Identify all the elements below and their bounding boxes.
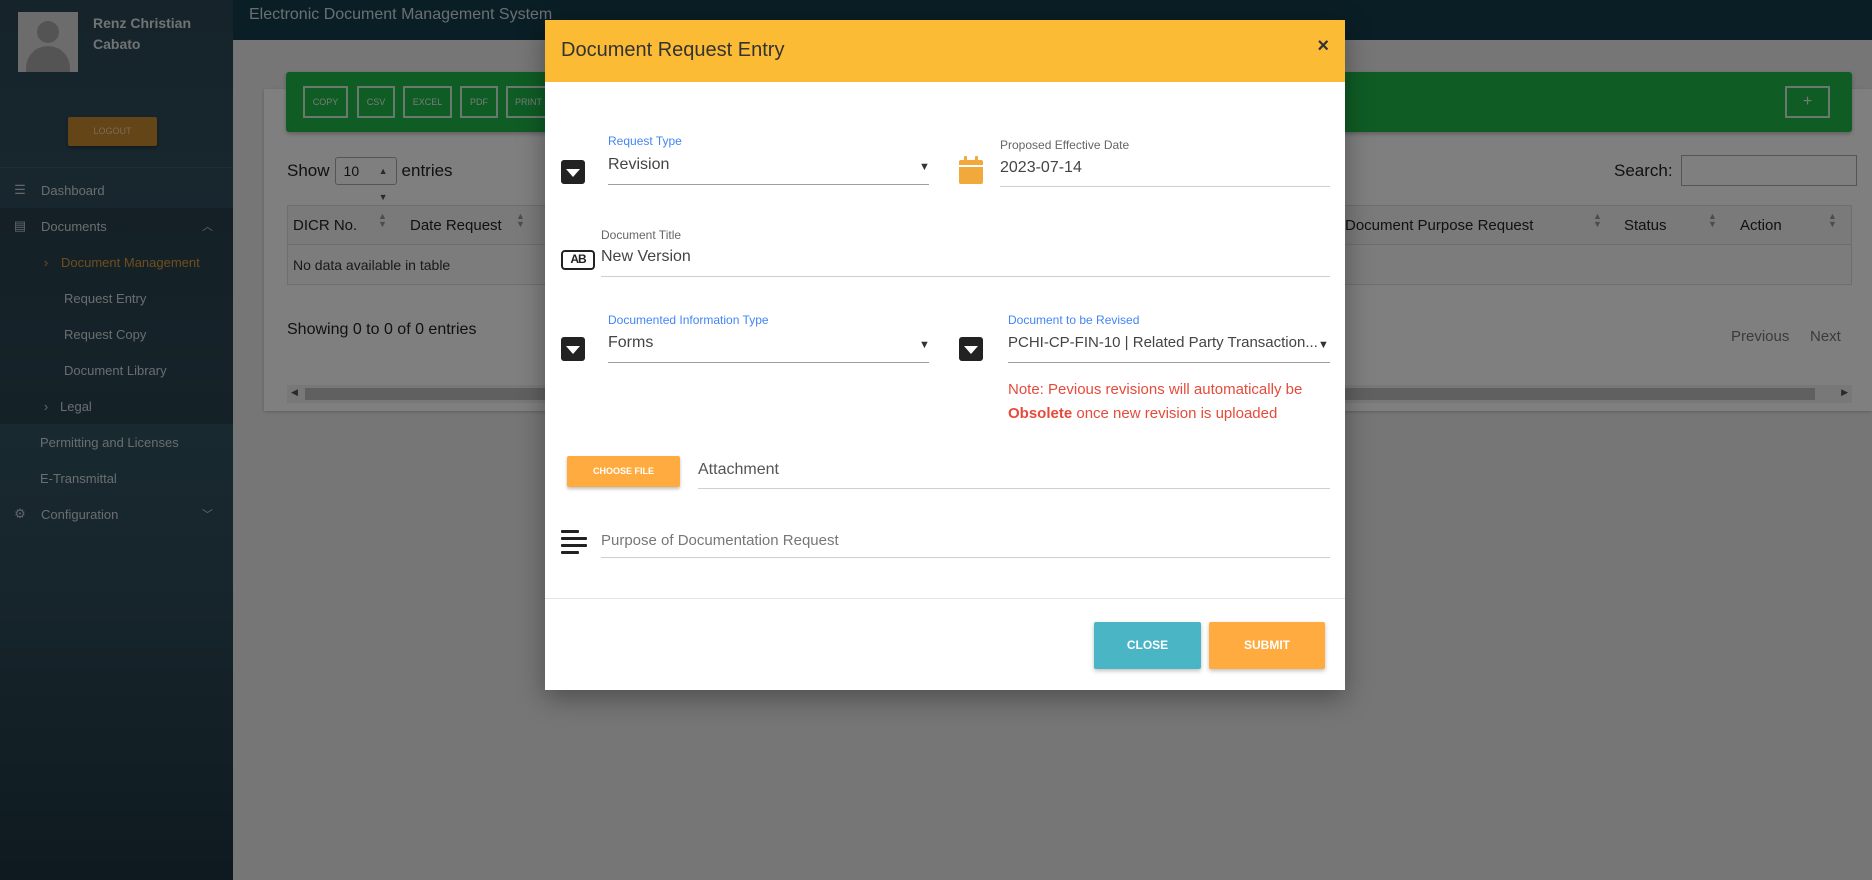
modal-divider [545, 598, 1345, 599]
field-underline [601, 276, 1330, 277]
submit-button[interactable]: SUBMIT [1209, 622, 1325, 669]
attachment-input[interactable]: Attachment [698, 461, 779, 479]
close-button[interactable]: CLOSE [1094, 622, 1201, 669]
info-type-select[interactable]: Forms [608, 334, 653, 352]
align-left-icon [561, 530, 587, 554]
field-underline [608, 362, 929, 363]
revision-note: Note: Pevious revisions will automatical… [1008, 378, 1328, 426]
document-title-input[interactable]: New Version [601, 248, 691, 266]
doc-revised-label: Document to be Revised [1008, 313, 1140, 327]
document-request-modal: Document Request Entry × Request Type Re… [545, 20, 1345, 690]
purpose-textarea[interactable]: Purpose of Documentation Request [601, 532, 839, 549]
close-icon[interactable]: × [1317, 35, 1329, 58]
doc-revised-select[interactable]: PCHI-CP-FIN-10 | Related Party Transacti… [1008, 334, 1326, 351]
dropdown-icon [561, 160, 585, 184]
calendar-icon [959, 156, 983, 184]
dropdown-icon [959, 337, 983, 361]
field-underline [1008, 362, 1330, 363]
info-type-label: Documented Information Type [608, 313, 769, 327]
caret-down-icon: ▼ [1318, 339, 1329, 351]
field-underline [608, 184, 929, 185]
note-text: Note: Pevious revisions will automatical… [1008, 381, 1303, 398]
caret-down-icon: ▼ [919, 339, 930, 351]
field-underline [698, 488, 1330, 489]
modal-header: Document Request Entry × [545, 20, 1345, 82]
dropdown-icon [561, 337, 585, 361]
note-obsolete: Obsolete [1008, 405, 1073, 422]
effective-date-input[interactable]: 2023-07-14 [1000, 159, 1082, 177]
request-type-label: Request Type [608, 134, 682, 148]
choose-file-button[interactable]: CHOOSE FILE [567, 456, 680, 487]
request-type-select[interactable]: Revision [608, 156, 669, 174]
effective-date-label: Proposed Effective Date [1000, 138, 1130, 152]
field-underline [1000, 186, 1330, 187]
document-title-label: Document Title [601, 228, 682, 242]
field-underline [601, 557, 1330, 558]
text-fields-icon: AB [561, 250, 595, 270]
modal-title: Document Request Entry [561, 39, 785, 61]
note-text: once new revision is uploaded [1076, 405, 1278, 422]
caret-down-icon: ▼ [919, 161, 930, 173]
